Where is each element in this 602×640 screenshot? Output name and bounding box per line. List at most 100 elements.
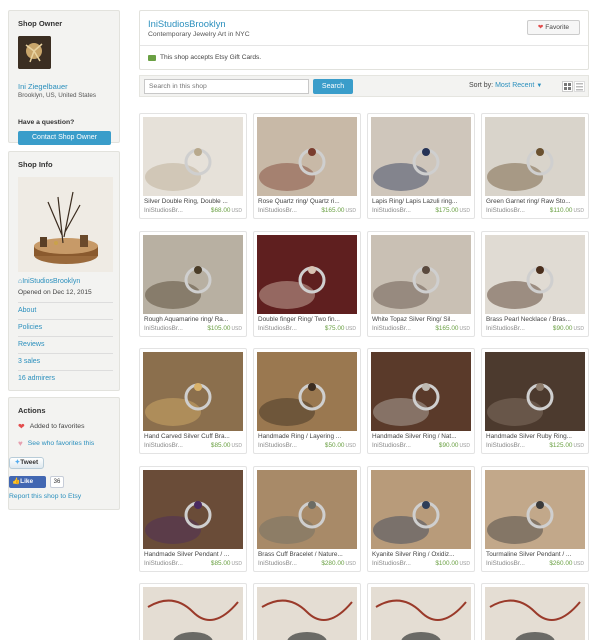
listing-card[interactable]: Handmade Silver Ring / Nat... IniStudiosB… bbox=[367, 348, 475, 454]
listing-currency: USD bbox=[345, 208, 356, 214]
shop-header: IniStudiosBrooklyn Contemporary Jewelry … bbox=[139, 10, 589, 70]
owner-avatar[interactable] bbox=[18, 36, 51, 69]
listing-title[interactable]: Rough Aquamarine ring/ Ra... bbox=[144, 316, 244, 323]
policies-link[interactable]: Policies bbox=[18, 324, 42, 331]
listing-shop-name[interactable]: IniStudiosBr... bbox=[144, 442, 183, 449]
listing-shop-name[interactable]: IniStudiosBr... bbox=[144, 325, 183, 332]
listing-title[interactable]: Tourmaline Silver Pendant / ... bbox=[486, 551, 586, 558]
ring-photo[interactable] bbox=[371, 352, 471, 431]
listing-price-value: $110.00 bbox=[549, 207, 573, 214]
listing-photo[interactable] bbox=[143, 587, 243, 640]
listing-shop-name[interactable]: IniStudiosBr... bbox=[372, 207, 411, 214]
listing-card[interactable]: Tourmaline Silver Pendant / ... IniStudio… bbox=[481, 466, 589, 572]
favorite-shop-button[interactable]: ❤ Favorite bbox=[527, 20, 580, 35]
ring-photo[interactable] bbox=[257, 352, 357, 431]
listing-photo[interactable] bbox=[257, 587, 357, 640]
listing-title[interactable]: Kyanite Silver Ring / Oxidiz... bbox=[372, 551, 472, 558]
listing-title[interactable]: Rose Quartz ring/ Quartz ri... bbox=[258, 198, 358, 205]
reviews-link[interactable]: Reviews bbox=[18, 341, 44, 348]
listing-card[interactable]: Brass Pearl Necklace / Bras... IniStudios… bbox=[481, 231, 589, 337]
cuff-photo[interactable] bbox=[143, 352, 243, 431]
ring-photo[interactable] bbox=[371, 117, 471, 196]
shop-search-input[interactable] bbox=[144, 79, 309, 94]
listing-card[interactable]: Handmade Silver Pendant / ... IniStudiosB… bbox=[139, 466, 247, 572]
listing-card[interactable]: Brass Cuff Bracelet / Nature... IniStudio… bbox=[253, 466, 361, 572]
listing-card[interactable]: Handmade Silver Ruby Ring... IniStudiosBr… bbox=[481, 348, 589, 454]
listing-title[interactable]: Hand Carved Silver Cuff Bra... bbox=[144, 433, 244, 440]
pendant-photo[interactable] bbox=[143, 470, 243, 549]
ring-photo[interactable] bbox=[257, 117, 357, 196]
listing-shop-name[interactable]: IniStudiosBr... bbox=[486, 560, 525, 567]
grid-view-icon[interactable] bbox=[562, 81, 573, 92]
listing-title[interactable]: Double finger Ring/ Two fin... bbox=[258, 316, 358, 323]
ring-photo[interactable] bbox=[485, 117, 585, 196]
listing-title[interactable]: Handmade Silver Ruby Ring... bbox=[486, 433, 586, 440]
listing-card[interactable]: Lapis Ring/ Lapis Lazuli ring... IniStudi… bbox=[367, 113, 475, 219]
contact-shop-owner-button[interactable]: Contact Shop Owner bbox=[18, 131, 111, 145]
tweet-button[interactable]: ✦Tweet bbox=[9, 457, 44, 469]
see-who-favorites-link[interactable]: ♥ See who favorites this bbox=[18, 439, 94, 448]
listing-title[interactable]: Handmade Ring / Layering ... bbox=[258, 433, 358, 440]
listing-shop-name[interactable]: IniStudiosBr... bbox=[486, 207, 525, 214]
listing-title[interactable]: Brass Cuff Bracelet / Nature... bbox=[258, 551, 358, 558]
listing-card[interactable]: Rose Quartz ring/ Quartz ri... IniStudios… bbox=[253, 113, 361, 219]
listing-card[interactable]: Green Garnet ring/ Raw Sto... IniStudiosB… bbox=[481, 113, 589, 219]
pendant-photo[interactable] bbox=[485, 470, 585, 549]
listing-shop-name[interactable]: IniStudiosBr... bbox=[258, 442, 297, 449]
listing-title[interactable]: White Topaz Silver Ring/ Sil... bbox=[372, 316, 472, 323]
listing-card[interactable]: Rough Aquamarine ring/ Ra... IniStudiosBr… bbox=[139, 231, 247, 337]
shop-title-link[interactable]: IniStudiosBrooklyn bbox=[148, 18, 226, 29]
listing-shop-name[interactable]: IniStudiosBr... bbox=[258, 325, 297, 332]
ring-photo[interactable] bbox=[143, 117, 243, 196]
listing-shop-name[interactable]: IniStudiosBr... bbox=[258, 207, 297, 214]
listing-card[interactable] bbox=[367, 583, 475, 640]
listing-shop-name[interactable]: IniStudiosBr... bbox=[372, 325, 411, 332]
listing-shop-name[interactable]: IniStudiosBr... bbox=[258, 560, 297, 567]
ring-photo[interactable] bbox=[257, 235, 357, 314]
sort-label: Sort by: bbox=[469, 82, 494, 89]
listing-card[interactable]: Double finger Ring/ Two fin... IniStudios… bbox=[253, 231, 361, 337]
listing-title[interactable]: Handmade Silver Ring / Nat... bbox=[372, 433, 472, 440]
sort-dropdown[interactable]: Sort by: Most Recent ▼ bbox=[469, 82, 542, 89]
listing-title[interactable]: Lapis Ring/ Lapis Lazuli ring... bbox=[372, 198, 472, 205]
search-button[interactable]: Search bbox=[313, 79, 353, 94]
listing-card[interactable]: Kyanite Silver Ring / Oxidiz... IniStudio… bbox=[367, 466, 475, 572]
listing-card[interactable]: White Topaz Silver Ring/ Sil... IniStudio… bbox=[367, 231, 475, 337]
listing-title[interactable]: Handmade Silver Pendant / ... bbox=[144, 551, 244, 558]
added-to-favorites[interactable]: ❤ Added to favorites bbox=[18, 422, 85, 431]
listing-card[interactable]: Hand Carved Silver Cuff Bra... IniStudios… bbox=[139, 348, 247, 454]
listing-shop-name[interactable]: IniStudiosBr... bbox=[372, 442, 411, 449]
listing-title[interactable]: Silver Double Ring, Double ... bbox=[144, 198, 244, 205]
listing-title[interactable]: Green Garnet ring/ Raw Sto... bbox=[486, 198, 586, 205]
listing-card[interactable]: Handmade Ring / Layering ... IniStudiosBr… bbox=[253, 348, 361, 454]
report-shop-link[interactable]: Report this shop to Etsy bbox=[9, 493, 81, 500]
listing-card[interactable] bbox=[139, 583, 247, 640]
facebook-like-button[interactable]: 👍Like bbox=[9, 476, 46, 488]
shop-name-link[interactable]: ⌂IniStudiosBrooklyn bbox=[18, 278, 80, 285]
about-link[interactable]: About bbox=[18, 307, 36, 314]
listing-shop-name[interactable]: IniStudiosBr... bbox=[486, 325, 525, 332]
cuff-photo[interactable] bbox=[257, 470, 357, 549]
listing-card[interactable] bbox=[481, 583, 589, 640]
listing-shop-name[interactable]: IniStudiosBr... bbox=[486, 442, 525, 449]
necklace-photo[interactable] bbox=[485, 235, 585, 314]
admirers-link[interactable]: 16 admirers bbox=[18, 375, 55, 382]
ring-photo[interactable] bbox=[371, 235, 471, 314]
ring-photo[interactable] bbox=[371, 470, 471, 549]
listing-title[interactable]: Brass Pearl Necklace / Bras... bbox=[486, 316, 586, 323]
listing-photo[interactable] bbox=[485, 587, 585, 640]
listing-shop-name[interactable]: IniStudiosBr... bbox=[372, 560, 411, 567]
listing-shop-name[interactable]: IniStudiosBr... bbox=[144, 560, 183, 567]
favorite-label: Favorite bbox=[545, 24, 570, 31]
listing-photo[interactable] bbox=[371, 587, 471, 640]
sales-link[interactable]: 3 sales bbox=[18, 358, 40, 365]
shop-photo[interactable] bbox=[18, 177, 113, 272]
listing-card[interactable] bbox=[253, 583, 361, 640]
listing-shop-name[interactable]: IniStudiosBr... bbox=[144, 207, 183, 214]
owner-name-link[interactable]: Ini Ziegelbauer bbox=[18, 82, 68, 91]
listing-card[interactable]: Silver Double Ring, Double ... IniStudios… bbox=[139, 113, 247, 219]
list-view-icon[interactable] bbox=[574, 81, 585, 92]
ring-photo[interactable] bbox=[485, 352, 585, 431]
ring-photo[interactable] bbox=[143, 235, 243, 314]
listing-price: $165.00USD bbox=[321, 207, 356, 214]
